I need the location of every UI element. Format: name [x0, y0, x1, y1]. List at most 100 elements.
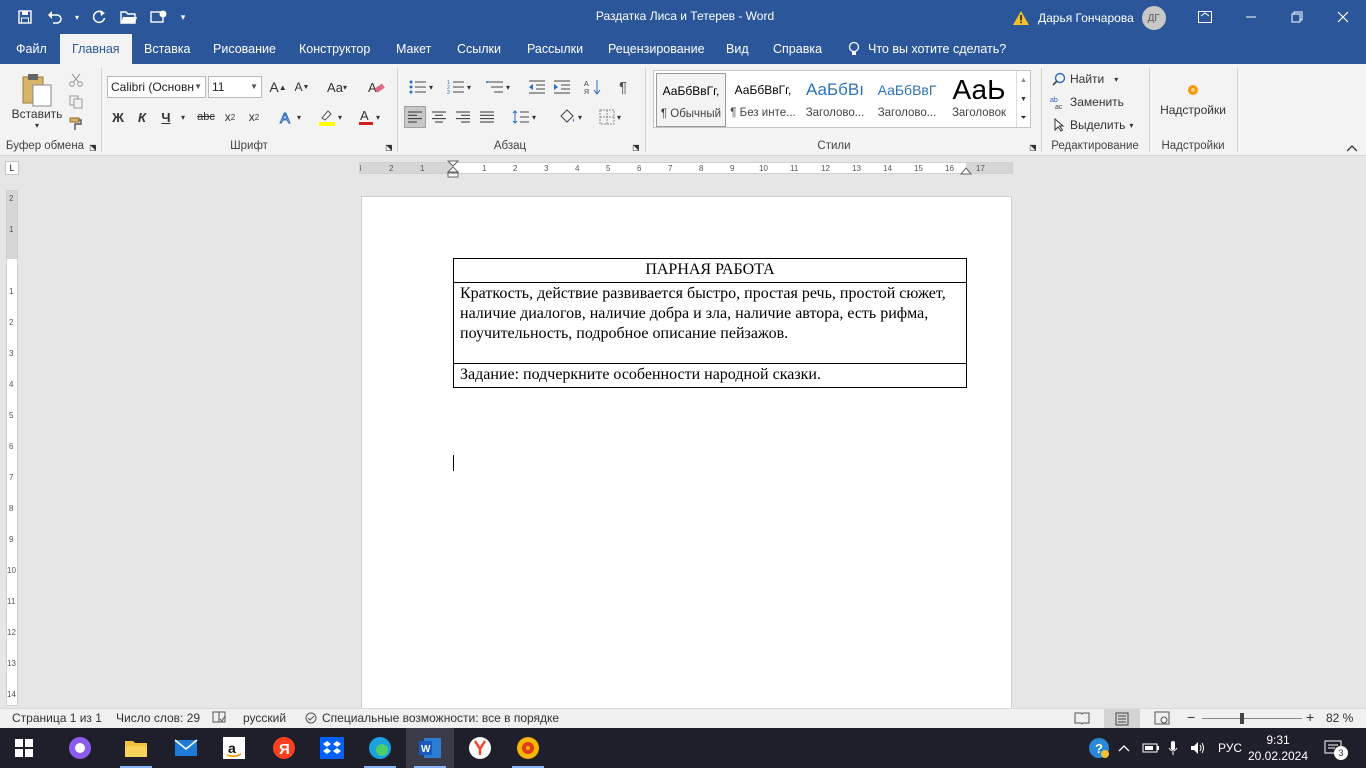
tab-references[interactable]: Ссылки	[445, 34, 513, 64]
page-count[interactable]: Страница 1 из 1	[12, 711, 102, 725]
zoom-slider-thumb[interactable]	[1240, 713, 1244, 724]
dialog-launcher-icon[interactable]: ⬔	[384, 142, 394, 152]
scroll-up-icon[interactable]: ▲	[1017, 71, 1030, 89]
tab-insert[interactable]: Вставка	[132, 34, 202, 64]
zoom-slider[interactable]	[1202, 718, 1302, 719]
proofing-icon[interactable]	[212, 711, 226, 726]
addins-button[interactable]: Надстройки	[1156, 72, 1230, 128]
tab-layout[interactable]: Макет	[384, 34, 443, 64]
edge-icon[interactable]	[356, 728, 404, 768]
tab-selector[interactable]: L	[5, 161, 19, 175]
borders-icon[interactable]: ▾	[592, 106, 628, 128]
bold-button[interactable]: Ж	[108, 106, 128, 128]
paste-button[interactable]: Вставить ▾	[10, 68, 64, 134]
print-layout-icon[interactable]	[1104, 709, 1140, 728]
increase-indent-icon[interactable]	[551, 76, 573, 98]
strikethrough-button[interactable]: abc	[194, 106, 218, 128]
document-page[interactable]: ПАРНАЯ РАБОТА Краткость, действие развив…	[361, 196, 1012, 708]
clock[interactable]: 9:31 20.02.2024	[1246, 732, 1310, 764]
input-language[interactable]: РУС	[1218, 728, 1242, 768]
scroll-down-icon[interactable]: ▼	[1017, 90, 1030, 108]
clear-formatting-icon[interactable]: A	[364, 76, 388, 98]
word-count[interactable]: Число слов: 29	[116, 711, 200, 725]
gallery-more-icon[interactable]: ⏷	[1017, 109, 1030, 127]
dialog-launcher-icon[interactable]: ⬔	[631, 142, 641, 152]
replace-button[interactable]: ab ac Заменить	[1050, 92, 1124, 112]
redo-icon[interactable]	[86, 4, 112, 30]
tab-draw[interactable]: Рисование	[201, 34, 288, 64]
format-painter-icon[interactable]	[66, 114, 86, 134]
ribbon-display-icon[interactable]	[1182, 0, 1228, 34]
tab-view[interactable]: Вид	[714, 34, 761, 64]
tell-me-search[interactable]: Что вы хотите сделать?	[848, 34, 1006, 64]
font-size-combo[interactable]: 11 ▼	[208, 76, 262, 98]
underline-button[interactable]: Ч	[156, 106, 176, 128]
amazon-icon[interactable]: a	[210, 728, 258, 768]
dialog-launcher-icon[interactable]: ⬔	[1028, 142, 1038, 152]
right-indent-marker[interactable]	[960, 165, 972, 175]
file-explorer-icon[interactable]	[112, 728, 160, 768]
italic-button[interactable]: К	[132, 106, 152, 128]
web-layout-icon[interactable]	[1154, 711, 1170, 728]
shading-icon[interactable]: ▾	[552, 106, 588, 128]
music-app-icon[interactable]	[504, 728, 552, 768]
zoom-level[interactable]: 82 %	[1326, 711, 1353, 725]
yandex-icon[interactable]: Я	[260, 728, 308, 768]
save-icon[interactable]	[12, 4, 38, 30]
notifications-icon[interactable]: 3	[1324, 728, 1348, 768]
show-formatting-icon[interactable]: ¶	[612, 76, 634, 98]
style-normal[interactable]: АаБбВвГг, ¶ Обычный	[656, 73, 726, 127]
microphone-icon[interactable]	[1168, 728, 1178, 768]
change-case-icon[interactable]: Aa ▾	[320, 76, 354, 98]
battery-icon[interactable]	[1142, 728, 1160, 768]
close-icon[interactable]	[1320, 0, 1366, 34]
superscript-icon[interactable]: x2	[244, 106, 264, 128]
select-button[interactable]: Выделить ▾	[1052, 115, 1133, 135]
language-status[interactable]: русский	[243, 711, 286, 725]
tab-mailings[interactable]: Рассылки	[515, 34, 595, 64]
table-task-cell[interactable]: Задание: подчеркните особенности народно…	[453, 363, 967, 388]
restore-icon[interactable]	[1274, 0, 1320, 34]
horizontal-ruler[interactable]: 321 1234 5678 9101112 1314151617	[359, 160, 1013, 178]
volume-icon[interactable]	[1190, 728, 1206, 768]
user-account[interactable]: Дарья Гончарова ДГ	[1012, 6, 1166, 30]
open-folder-icon[interactable]	[116, 4, 142, 30]
start-button[interactable]	[0, 728, 48, 768]
alice-assistant-icon[interactable]	[56, 728, 104, 768]
decrease-indent-icon[interactable]	[526, 76, 548, 98]
font-name-combo[interactable]: Calibri (Основн ▼	[107, 76, 206, 98]
copy-icon[interactable]	[66, 92, 86, 112]
style-no-spacing[interactable]: АаБбВвГг, ¶ Без инте...	[728, 73, 798, 127]
shrink-font-icon[interactable]: A ▼	[292, 76, 312, 98]
table-body-cell[interactable]: Краткость, действие развивается быстро, …	[453, 282, 967, 364]
justify-icon[interactable]	[476, 106, 498, 128]
tab-home[interactable]: Главная	[60, 34, 132, 64]
tray-chevron-icon[interactable]	[1118, 728, 1130, 768]
collapse-ribbon-icon[interactable]	[1344, 142, 1360, 154]
read-mode-icon[interactable]	[1074, 711, 1090, 728]
indent-marker[interactable]	[447, 160, 459, 178]
minimize-icon[interactable]	[1228, 0, 1274, 34]
style-title[interactable]: АаЬ Заголовок	[944, 73, 1014, 127]
customize-icon[interactable]	[146, 4, 172, 30]
dropbox-icon[interactable]	[308, 728, 356, 768]
vertical-ruler[interactable]: 2112 3456 7 8 9 10 11 12 13 14	[6, 190, 18, 706]
highlight-icon[interactable]: ▾	[312, 106, 348, 128]
word-taskbar-icon[interactable]: W	[406, 728, 454, 768]
qat-more-icon[interactable]: ▾	[176, 4, 190, 30]
style-heading-2[interactable]: АаБбВвГ Заголово...	[872, 73, 942, 127]
tab-review[interactable]: Рецензирование	[596, 34, 717, 64]
grow-font-icon[interactable]: A ▲	[268, 76, 288, 98]
zoom-out-button[interactable]: −	[1187, 709, 1195, 725]
accessibility-status[interactable]: Специальные возможности: все в порядке	[304, 711, 559, 725]
dialog-launcher-icon[interactable]: ⬔	[88, 142, 98, 152]
tab-help[interactable]: Справка	[761, 34, 834, 64]
zoom-in-button[interactable]: +	[1306, 709, 1314, 725]
chevron-down-icon[interactable]: ▾	[72, 4, 82, 30]
document-table[interactable]: ПАРНАЯ РАБОТА Краткость, действие развив…	[453, 258, 967, 388]
align-right-icon[interactable]	[452, 106, 474, 128]
multilevel-list-icon[interactable]: ▾	[480, 76, 516, 98]
style-heading-1[interactable]: АаБбВı Заголово...	[800, 73, 870, 127]
bullets-icon[interactable]: ▾	[404, 76, 438, 98]
yandex-browser-icon[interactable]	[456, 728, 504, 768]
